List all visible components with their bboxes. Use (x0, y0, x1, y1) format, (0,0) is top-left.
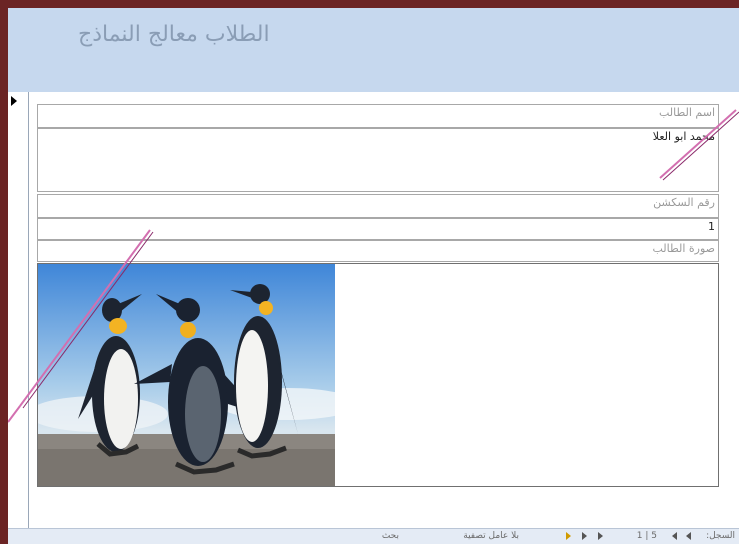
last-record-icon[interactable] (582, 532, 587, 540)
student-photo-label-box: صورة الطالب (37, 240, 719, 262)
search-box[interactable]: بحث (382, 531, 399, 541)
previous-record-icon[interactable] (672, 532, 677, 540)
student-name-label-box: اسم الطالب (37, 104, 719, 128)
student-photo-label: صورة الطالب (652, 242, 715, 255)
section-number-field[interactable]: 1 (37, 218, 719, 240)
section-number-value: 1 (708, 220, 715, 233)
record-selector[interactable] (8, 92, 29, 528)
record-navigation-bar: السجل: 5 | 1 بلا عامل تصفية بحث (8, 528, 739, 544)
section-number-label-box: رقم السكشن (37, 194, 719, 218)
student-name-field[interactable]: محمد ابو العلا (37, 128, 719, 192)
student-photo-frame[interactable] (37, 263, 719, 487)
next-record-icon[interactable] (598, 532, 603, 540)
form-window: الطلاب معالج النماذج اسم الطالب محمد ابو… (8, 8, 739, 544)
first-record-icon[interactable] (686, 532, 691, 540)
student-name-value: محمد ابو العلا (652, 130, 715, 143)
record-label: السجل: (706, 531, 735, 541)
section-number-label: رقم السكشن (653, 196, 715, 209)
form-title: الطلاب معالج النماذج (78, 22, 270, 47)
new-record-icon[interactable] (566, 532, 571, 540)
penguins-photo (38, 264, 335, 486)
current-record-arrow-icon (11, 96, 17, 106)
filter-status[interactable]: بلا عامل تصفية (463, 531, 519, 541)
student-name-label: اسم الطالب (658, 106, 715, 119)
record-position[interactable]: 5 | 1 (637, 531, 657, 541)
form-header: الطلاب معالج النماذج (8, 8, 739, 92)
